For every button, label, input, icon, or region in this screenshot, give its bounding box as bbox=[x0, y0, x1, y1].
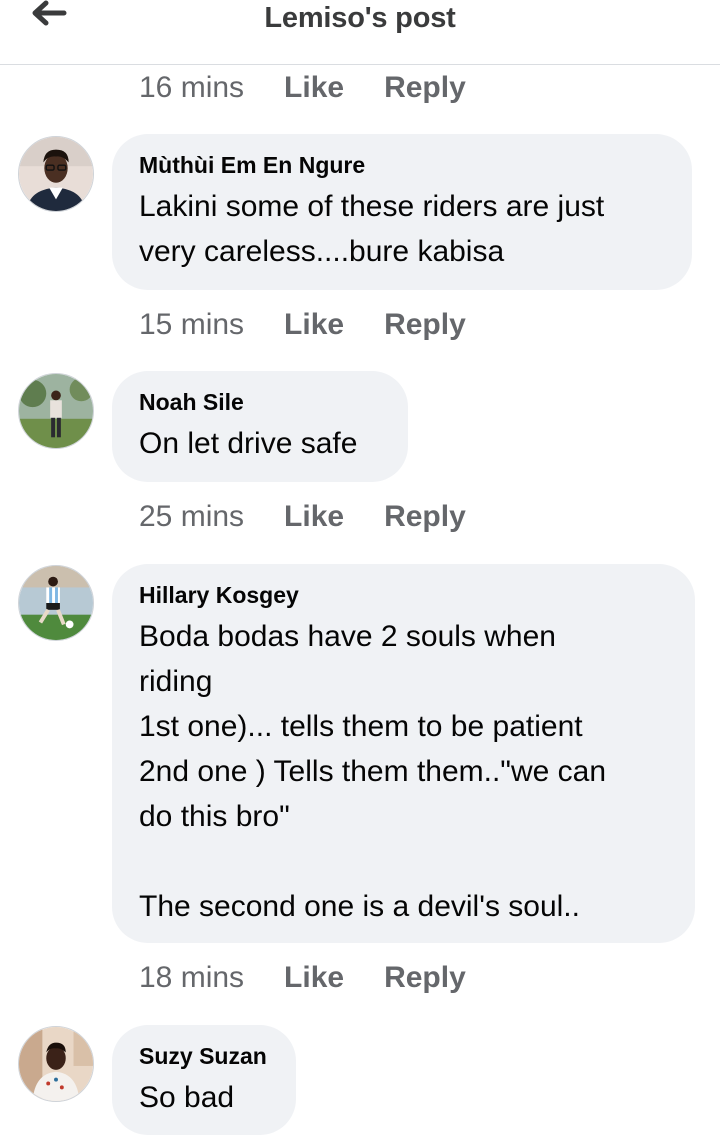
avatar[interactable] bbox=[18, 565, 94, 641]
comment-meta-top: 16 mins Like Reply bbox=[139, 68, 506, 108]
like-button[interactable]: Like bbox=[284, 500, 344, 534]
comment-text: So bad bbox=[139, 1081, 235, 1114]
comment-author[interactable]: Hillary Kosgey bbox=[139, 580, 668, 610]
comment-timestamp: 16 mins bbox=[139, 71, 245, 104]
comment-text: Boda bodas have 2 souls when riding 1st … bbox=[139, 620, 607, 923]
comment-timestamp: 15 mins bbox=[139, 308, 245, 341]
page-title: Lemiso's post bbox=[264, 2, 456, 34]
comment-author[interactable]: Noah Sile bbox=[139, 387, 381, 417]
comment-bubble: Suzy Suzan So bad bbox=[112, 1025, 296, 1135]
comment-bubble: Noah Sile On let drive safe bbox=[112, 371, 408, 482]
comment-meta: 18 mins Like Reply bbox=[139, 958, 506, 998]
comment-text: On let drive safe bbox=[139, 427, 358, 460]
avatar[interactable] bbox=[18, 136, 94, 212]
avatar[interactable] bbox=[18, 373, 94, 449]
top-bar: Lemiso's post bbox=[0, 0, 720, 65]
comment-text: Lakini some of these riders are just ver… bbox=[139, 190, 605, 268]
comment-bubble: Mùthùi Em En Ngure Lakini some of these … bbox=[112, 134, 692, 290]
reply-button[interactable]: Reply bbox=[384, 71, 466, 105]
comment-timestamp: 25 mins bbox=[139, 500, 245, 533]
comment-author[interactable]: Mùthùi Em En Ngure bbox=[139, 150, 665, 180]
reply-button[interactable]: Reply bbox=[384, 961, 466, 995]
comment-author[interactable]: Suzy Suzan bbox=[139, 1041, 269, 1071]
like-button[interactable]: Like bbox=[284, 71, 344, 105]
comment-timestamp: 18 mins bbox=[139, 961, 245, 994]
reply-button[interactable]: Reply bbox=[384, 308, 466, 342]
comment-bubble: Hillary Kosgey Boda bodas have 2 souls w… bbox=[112, 564, 695, 943]
reply-button[interactable]: Reply bbox=[384, 500, 466, 534]
avatar[interactable] bbox=[18, 1026, 94, 1102]
like-button[interactable]: Like bbox=[284, 961, 344, 995]
like-button[interactable]: Like bbox=[284, 308, 344, 342]
comment-meta: 15 mins Like Reply bbox=[139, 305, 506, 345]
comment-meta: 25 mins Like Reply bbox=[139, 497, 506, 537]
